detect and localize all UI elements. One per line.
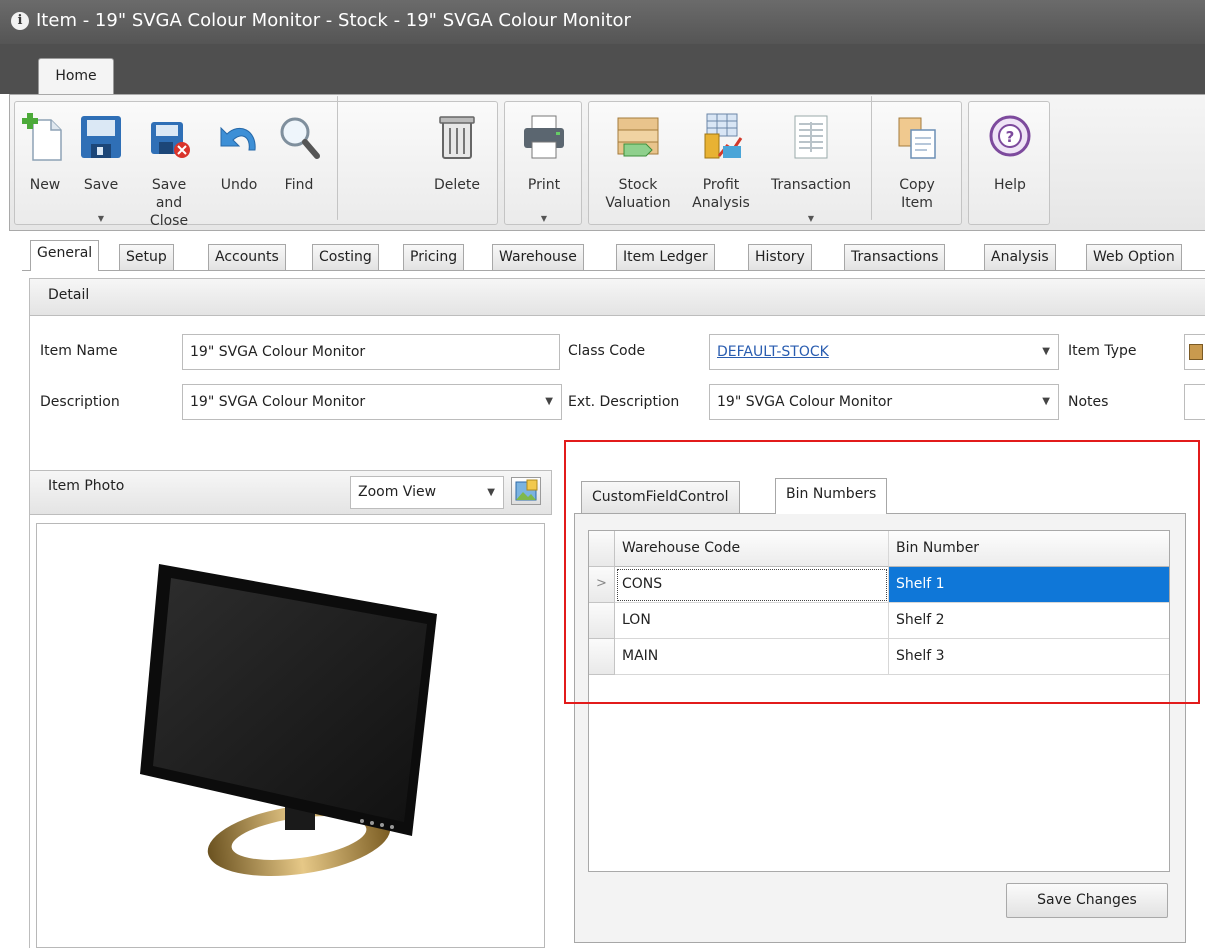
tab-accounts[interactable]: Accounts (208, 244, 286, 270)
description-label: Description (40, 394, 120, 410)
description-field[interactable]: 19" SVGA Colour Monitor ▼ (182, 384, 562, 420)
stock-valuation-icon (617, 117, 659, 157)
ribbon-group-help: ? Help (968, 101, 1050, 225)
tab-transactions[interactable]: Transactions (844, 244, 946, 270)
info-icon: i (11, 12, 29, 30)
ribbon-group-analysis: Stock Valuation Profit Analysis Transact… (588, 96, 962, 225)
transaction-icon (794, 115, 828, 159)
tab-custom-field-control[interactable]: CustomFieldControl (581, 481, 740, 513)
find-button[interactable]: Find (269, 106, 329, 222)
monitor-image (140, 564, 437, 877)
chevron-down-icon[interactable]: ▼ (1042, 335, 1050, 369)
ext-description-label: Ext. Description (568, 394, 680, 410)
detail-header-label: Detail (48, 287, 90, 303)
warehouse-code-cell[interactable]: LON (615, 603, 889, 639)
copy-item-button[interactable]: Copy Item (879, 106, 955, 222)
page-tabs: General Setup Accounts Costing Pricing W… (22, 240, 1205, 271)
tab-analysis[interactable]: Analysis (984, 244, 1056, 270)
save-button[interactable]: Save ▼ (73, 106, 129, 223)
image-icon (515, 479, 538, 501)
new-document-icon (22, 113, 62, 161)
print-button[interactable]: Print ▼ (511, 106, 577, 223)
save-changes-button[interactable]: Save Changes (1006, 883, 1168, 918)
tab-history[interactable]: History (748, 244, 812, 270)
ribbon-toolbar: New Save ▼ Save and Close Undo Find Dele… (9, 94, 1205, 231)
bin-number-cell[interactable]: Shelf 1 (889, 567, 1169, 603)
svg-text:?: ? (1006, 128, 1015, 146)
item-photo-label: Item Photo (48, 478, 125, 494)
row-selector[interactable] (589, 603, 615, 639)
window-title: Item - 19" SVGA Colour Monitor - Stock -… (36, 10, 631, 31)
tab-costing[interactable]: Costing (312, 244, 379, 270)
class-code-link[interactable]: DEFAULT-STOCK (717, 344, 829, 360)
notes-label: Notes (1068, 394, 1109, 410)
class-code-label: Class Code (568, 343, 646, 359)
item-type-icon (1189, 344, 1203, 360)
profit-analysis-icon (704, 113, 743, 159)
save-and-close-button[interactable]: Save and Close (129, 106, 209, 229)
transaction-button[interactable]: Transaction ▼ (761, 106, 861, 223)
print-icon (524, 115, 564, 159)
ribbon-group-print: Print ▼ (504, 101, 582, 225)
load-image-button[interactable] (511, 477, 541, 505)
find-icon (280, 117, 320, 159)
copy-item-icon (898, 117, 936, 159)
save-icon (81, 116, 121, 158)
warehouse-code-cell[interactable]: CONS (615, 567, 889, 603)
undo-icon (220, 126, 256, 151)
item-photo-header: Item Photo Zoom View ▼ (29, 470, 552, 515)
detail-section-header: Detail (29, 278, 1205, 316)
undo-button[interactable]: Undo (209, 106, 269, 222)
grid-corner (589, 531, 615, 567)
profit-analysis-button[interactable]: Profit Analysis (681, 106, 761, 222)
ext-description-field[interactable]: 19" SVGA Colour Monitor ▼ (709, 384, 1059, 420)
save-close-icon (151, 122, 190, 158)
ribbon-tab-strip: Home (0, 44, 1205, 94)
chevron-down-icon: ▼ (487, 487, 495, 498)
tab-setup[interactable]: Setup (119, 244, 174, 270)
help-button[interactable]: ? Help (975, 106, 1045, 222)
delete-button[interactable]: Delete (421, 106, 493, 222)
tab-warehouse[interactable]: Warehouse (492, 244, 584, 270)
row-selector[interactable]: > (589, 567, 615, 603)
title-bar: i Item - 19" SVGA Colour Monitor - Stock… (0, 0, 1205, 44)
chevron-down-icon[interactable]: ▼ (545, 385, 553, 419)
bin-numbers-grid: Warehouse Code Bin Number > CONS Shelf 1… (588, 530, 1170, 872)
class-code-field[interactable]: DEFAULT-STOCK ▼ (709, 334, 1059, 370)
delete-icon (439, 116, 475, 159)
row-selector[interactable] (589, 639, 615, 675)
item-photo-box (36, 523, 545, 948)
ribbon-group-edit: New Save ▼ Save and Close Undo Find Dele… (14, 96, 498, 229)
zoom-view-select[interactable]: Zoom View ▼ (350, 476, 504, 509)
tab-bin-numbers[interactable]: Bin Numbers (775, 478, 888, 514)
stock-valuation-button[interactable]: Stock Valuation (595, 106, 681, 222)
ribbon-tab-home[interactable]: Home (38, 58, 114, 94)
new-button[interactable]: New (17, 106, 73, 222)
column-header-warehouse-code[interactable]: Warehouse Code (615, 531, 889, 567)
bin-number-cell[interactable]: Shelf 3 (889, 639, 1169, 675)
bin-number-cell[interactable]: Shelf 2 (889, 603, 1169, 639)
warehouse-code-cell[interactable]: MAIN (615, 639, 889, 675)
item-name-label: Item Name (40, 343, 118, 359)
column-header-bin-number[interactable]: Bin Number (889, 531, 1169, 567)
item-type-label: Item Type (1068, 343, 1137, 359)
item-name-field[interactable]: 19" SVGA Colour Monitor (182, 334, 560, 370)
tab-pricing[interactable]: Pricing (403, 244, 465, 270)
tab-item-ledger[interactable]: Item Ledger (616, 244, 715, 270)
help-icon: ? (989, 115, 1031, 157)
chevron-down-icon[interactable]: ▼ (1042, 385, 1050, 419)
item-type-field[interactable] (1184, 334, 1205, 370)
tab-web-option[interactable]: Web Option (1086, 244, 1182, 270)
notes-field[interactable] (1184, 384, 1205, 420)
tab-general[interactable]: General (30, 240, 100, 271)
